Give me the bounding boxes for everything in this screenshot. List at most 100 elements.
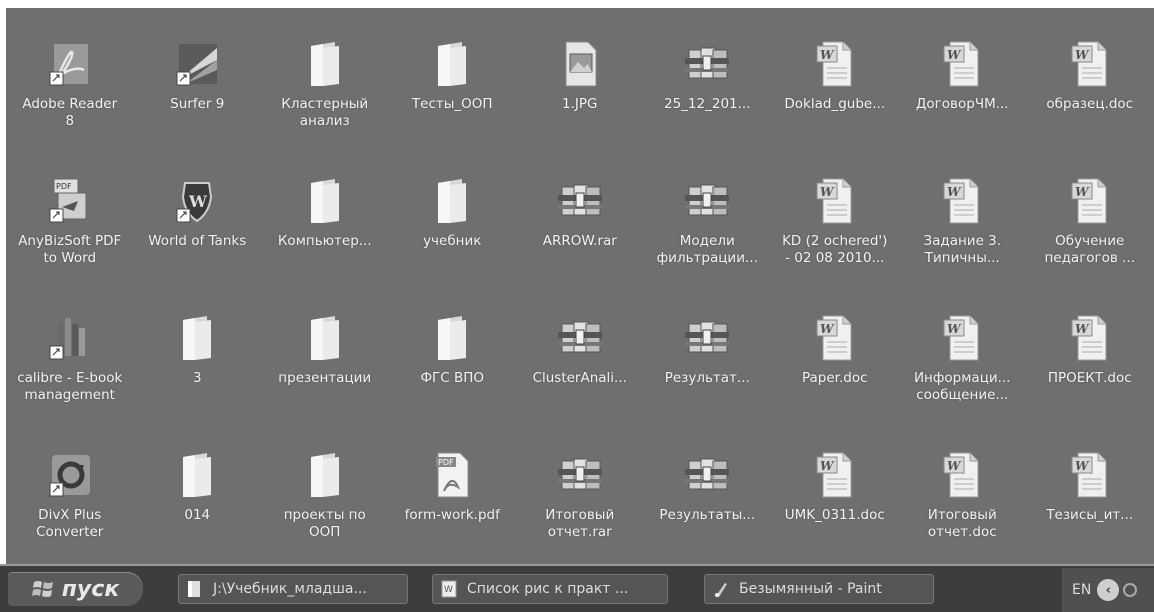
calibre-icon: [46, 312, 94, 364]
paint-icon: [715, 583, 727, 597]
desktop-icon-label: Модели фильтрации...: [656, 233, 758, 266]
desktop-icon[interactable]: Модели фильтрации...: [644, 145, 772, 282]
divx-converter-icon: [46, 449, 94, 501]
archive-icon: [683, 175, 731, 227]
svg-text:W: W: [947, 185, 962, 199]
desktop-icon[interactable]: W Тезисы_ит...: [1026, 419, 1154, 556]
folder-icon: [428, 38, 476, 90]
desktop-icon[interactable]: PDF AnyBizSoft PDF to Word: [6, 145, 134, 282]
desktop-icon[interactable]: Тесты_ООП: [389, 8, 517, 145]
word-document-icon: W: [938, 38, 986, 90]
svg-text:W: W: [947, 48, 962, 62]
word-document-icon: W: [811, 312, 859, 364]
system-tray: EN ‹: [1062, 568, 1154, 612]
desktop-icon-label: Итоговый отчет.doc: [927, 507, 997, 540]
desktop-icon-label: проекты по ООП: [283, 507, 366, 540]
word-document-icon: W: [1066, 312, 1114, 364]
desktop-icon[interactable]: W Итоговый отчет.doc: [899, 419, 1027, 556]
svg-text:W: W: [947, 322, 962, 336]
svg-text:W: W: [444, 585, 453, 595]
desktop-icon[interactable]: ARROW.rar: [516, 145, 644, 282]
desktop-icon-grid: Adobe Reader 8 Surfer 9 Кластерный анализ Т…: [6, 8, 1154, 564]
desktop-icon[interactable]: W World of Tanks: [134, 145, 262, 282]
svg-text:W: W: [1075, 48, 1090, 62]
start-button-label: пуск: [61, 576, 120, 602]
desktop-icon-label: Тесты_ООП: [411, 96, 493, 112]
desktop-icon[interactable]: W Doklad_gube...: [771, 8, 899, 145]
desktop-icon-label: Тезисы_ит...: [1046, 507, 1134, 523]
desktop-icon-label: ClusterAnali...: [532, 370, 627, 386]
desktop-icon-label: Результаты...: [659, 507, 756, 523]
desktop-icon-label: Результат...: [664, 370, 750, 386]
desktop-icon-label: Paper.doc: [801, 370, 868, 386]
desktop-icon-label: Задание 3. Типичны...: [923, 233, 1002, 266]
word-document-icon: W: [1066, 449, 1114, 501]
desktop-icon[interactable]: W KD (2 ochered') - 02 08 2010...: [771, 145, 899, 282]
desktop-icon[interactable]: Surfer 9: [134, 8, 262, 145]
desktop-icon[interactable]: calibre - E-book management: [6, 282, 134, 419]
desktop-icon-label: Информаци... сообщение...: [913, 370, 1011, 403]
taskbar-item-explorer[interactable]: J:\Учебник_младша...: [178, 574, 408, 604]
desktop-icon-label: образец.doc: [1046, 96, 1134, 112]
desktop-icon[interactable]: Компьютер...: [261, 145, 389, 282]
desktop-icon-label: 014: [184, 507, 211, 523]
desktop-icon-label: Итоговый отчет.rar: [545, 507, 615, 540]
desktop-icon[interactable]: 25_12_201...: [644, 8, 772, 145]
adobe-reader-icon: [46, 38, 94, 90]
desktop-icon[interactable]: проекты по ООП: [261, 419, 389, 556]
desktop-icon[interactable]: 014: [134, 419, 262, 556]
folder-icon: [301, 449, 349, 501]
taskbar-item-label: Безымянный - Paint: [739, 581, 882, 597]
desktop-icon[interactable]: W ПРОЕКТ.doc: [1026, 282, 1154, 419]
taskbar: пуск J:\Учебник_младша... W Список рис к…: [0, 564, 1154, 612]
taskbar-item-word[interactable]: W Список рис к практ ...: [432, 574, 668, 604]
desktop-icon[interactable]: W ДоговорЧМ...: [899, 8, 1027, 145]
word-document-icon: W: [811, 175, 859, 227]
archive-icon: [556, 449, 604, 501]
desktop-icon[interactable]: презентации: [261, 282, 389, 419]
desktop-icon[interactable]: DivX Plus Converter: [6, 419, 134, 556]
word-document-icon: W: [1066, 175, 1114, 227]
desktop-icon[interactable]: Кластерный анализ: [261, 8, 389, 145]
world-of-tanks-icon: W: [173, 175, 221, 227]
desktop-icon[interactable]: ClusterAnali...: [516, 282, 644, 419]
desktop-icon[interactable]: учебник: [389, 145, 517, 282]
show-hidden-icons-button[interactable]: ‹: [1097, 579, 1120, 601]
word-document-icon: W: [811, 38, 859, 90]
svg-text:W: W: [947, 459, 962, 473]
desktop-icon-label: KD (2 ochered') - 02 08 2010...: [782, 233, 888, 266]
taskbar-item-label: J:\Учебник_младша...: [213, 581, 367, 597]
desktop-icon[interactable]: Результаты...: [644, 419, 772, 556]
archive-icon: [683, 38, 731, 90]
desktop-icon[interactable]: W Задание 3. Типичны...: [899, 145, 1027, 282]
svg-text:W: W: [820, 185, 835, 199]
desktop-icon-label: ДоговорЧМ...: [915, 96, 1009, 112]
desktop-icon-label: 25_12_201...: [664, 96, 751, 112]
desktop-icon[interactable]: W Обучение педагогов ...: [1026, 145, 1154, 282]
archive-icon: [683, 312, 731, 364]
taskbar-item-paint[interactable]: Безымянный - Paint: [704, 574, 934, 604]
tray-app-icon[interactable]: [1123, 583, 1138, 597]
desktop-icon[interactable]: Wобразец.doc: [1026, 8, 1154, 145]
desktop-icon[interactable]: 1.JPG: [516, 8, 644, 145]
start-button[interactable]: пуск: [8, 572, 143, 606]
desktop-icon[interactable]: W Paper.doc: [771, 282, 899, 419]
pdf-file-icon: PDF: [428, 449, 476, 501]
folder-icon: [301, 175, 349, 227]
desktop-icon[interactable]: PDF form-work.pdf: [389, 419, 517, 556]
desktop-icon-label: Кластерный анализ: [281, 96, 369, 129]
svg-text:PDF: PDF: [438, 458, 454, 467]
desktop-icon[interactable]: Adobe Reader 8: [6, 8, 134, 145]
desktop-icon[interactable]: 3: [134, 282, 262, 419]
svg-text:W: W: [820, 322, 835, 336]
desktop-icon[interactable]: W UMK_0311.doc: [771, 419, 899, 556]
desktop-icon[interactable]: Результат...: [644, 282, 772, 419]
desktop-icon-label: calibre - E-book management: [17, 370, 123, 403]
desktop-icon-label: Обучение педагогов ...: [1044, 233, 1136, 266]
desktop-icon[interactable]: W Информаци... сообщение...: [899, 282, 1027, 419]
desktop-icon[interactable]: ФГС ВПО: [389, 282, 517, 419]
folder-icon: [173, 449, 221, 501]
language-indicator[interactable]: EN: [1072, 582, 1091, 598]
desktop-icon[interactable]: Итоговый отчет.rar: [516, 419, 644, 556]
desktop-icon-label: 1.JPG: [562, 96, 598, 112]
